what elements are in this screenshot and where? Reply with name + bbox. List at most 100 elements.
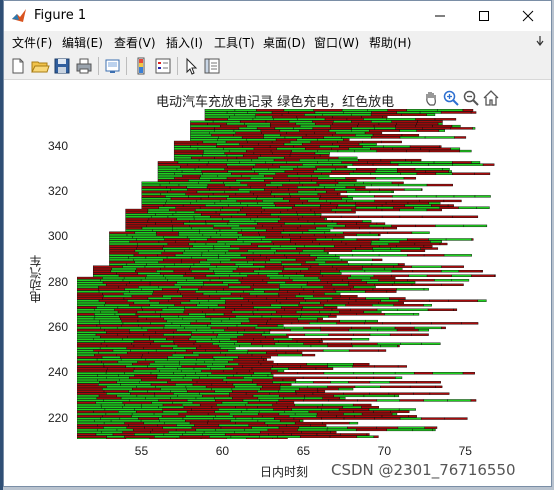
charge-bar: [322, 403, 354, 407]
discharge-bar: [426, 274, 452, 277]
charge-bar: [160, 192, 186, 196]
window-title: Figure 1: [34, 8, 87, 23]
discharge-bar: [77, 367, 108, 370]
discharge-bar: [141, 356, 168, 359]
new-figure-icon[interactable]: [8, 56, 28, 76]
charge-bar: [224, 190, 251, 194]
charge-bar: [328, 129, 352, 132]
discharge-bar: [182, 204, 206, 207]
discharge-bar: [179, 435, 210, 438]
discharge-bar: [138, 324, 165, 327]
discharge-bar: [417, 120, 443, 123]
link-plot-icon[interactable]: [103, 56, 123, 76]
edit-plot-arrow-icon[interactable]: [181, 56, 201, 76]
discharge-bar: [77, 410, 94, 413]
discharge-bar: [353, 333, 371, 336]
discharge-bar: [109, 249, 136, 252]
discharge-bar: [316, 433, 341, 436]
charge-bar: [191, 226, 214, 230]
charge-bar: [447, 399, 472, 402]
charge-bar: [267, 374, 274, 377]
charge-bar: [299, 301, 321, 305]
menu-desktop[interactable]: 桌面(D): [263, 34, 306, 51]
discharge-bar: [239, 143, 259, 146]
discharge-bar: [133, 367, 157, 370]
charge-bar: [77, 299, 100, 302]
pan-hand-icon[interactable]: [422, 89, 440, 107]
discharge-bar: [149, 437, 178, 439]
discharge-bar: [419, 199, 445, 203]
charge-bar: [188, 195, 209, 198]
charge-bar: [114, 313, 137, 316]
title-bar[interactable]: Figure 1: [4, 1, 551, 31]
discharge-bar: [300, 224, 327, 228]
zoom-in-icon[interactable]: [442, 89, 460, 107]
property-inspector-icon[interactable]: [202, 56, 222, 76]
charge-bar: [104, 304, 130, 307]
discharge-bar: [168, 299, 191, 302]
discharge-bar: [471, 238, 474, 241]
charge-bar: [349, 421, 359, 425]
discharge-bar: [106, 437, 127, 439]
discharge-bar: [272, 403, 295, 407]
charge-bar: [141, 306, 169, 309]
discharge-bar: [339, 145, 363, 148]
charge-bar: [154, 360, 180, 364]
menu-file[interactable]: 文件(F): [12, 34, 52, 51]
charge-bar: [77, 399, 104, 402]
charge-bar: [202, 154, 228, 157]
discharge-bar: [297, 172, 322, 175]
close-button[interactable]: [506, 1, 550, 31]
discharge-bar: [142, 308, 163, 311]
menu-help[interactable]: 帮助(H): [369, 34, 411, 51]
menu-edit[interactable]: 编辑(E): [62, 34, 103, 51]
discharge-bar: [320, 326, 352, 330]
discharge-bar: [200, 197, 227, 200]
discharge-bar: [359, 226, 384, 230]
menu-window[interactable]: 窗口(W): [314, 34, 359, 51]
menu-tools[interactable]: 工具(T): [214, 34, 255, 51]
charge-bar: [119, 378, 142, 382]
open-file-icon[interactable]: [30, 56, 50, 76]
minimize-button[interactable]: [418, 1, 462, 31]
charge-bar: [192, 351, 221, 354]
charge-bar: [230, 419, 259, 423]
menu-insert[interactable]: 插入(I): [166, 34, 203, 51]
discharge-bar: [196, 347, 221, 350]
discharge-bar: [199, 206, 223, 209]
charge-bar: [261, 315, 282, 318]
dock-arrow-icon[interactable]: [535, 35, 545, 50]
insert-colorbar-icon[interactable]: [131, 56, 151, 76]
menu-view[interactable]: 查看(V): [114, 34, 156, 51]
discharge-bar: [335, 233, 357, 237]
discharge-bar: [260, 387, 281, 391]
charge-bar: [93, 317, 121, 320]
print-icon[interactable]: [74, 56, 94, 76]
charge-bar: [426, 113, 436, 116]
toolbar-separator: [98, 57, 99, 75]
charge-bar: [196, 358, 215, 361]
discharge-bar: [183, 406, 213, 409]
charge-bar: [384, 267, 403, 271]
discharge-bar: [290, 240, 313, 243]
discharge-bar: [328, 410, 354, 413]
discharge-bar: [314, 156, 339, 160]
zoom-out-icon[interactable]: [462, 89, 480, 107]
discharge-bar: [133, 254, 158, 257]
maximize-button[interactable]: [462, 1, 506, 31]
discharge-bar: [186, 410, 215, 413]
charge-bar: [178, 288, 199, 291]
save-icon[interactable]: [52, 56, 72, 76]
charge-bar: [173, 147, 199, 150]
insert-legend-icon[interactable]: [153, 56, 173, 76]
charge-bar: [98, 351, 128, 354]
discharge-bar: [261, 211, 281, 214]
discharge-bar: [282, 378, 297, 382]
home-icon[interactable]: [482, 89, 500, 107]
charge-bar: [105, 412, 133, 416]
discharge-bar: [435, 385, 443, 388]
discharge-bar: [92, 265, 123, 268]
charge-bar: [194, 208, 221, 212]
discharge-bar: [189, 267, 210, 271]
charge-bar: [173, 283, 204, 286]
